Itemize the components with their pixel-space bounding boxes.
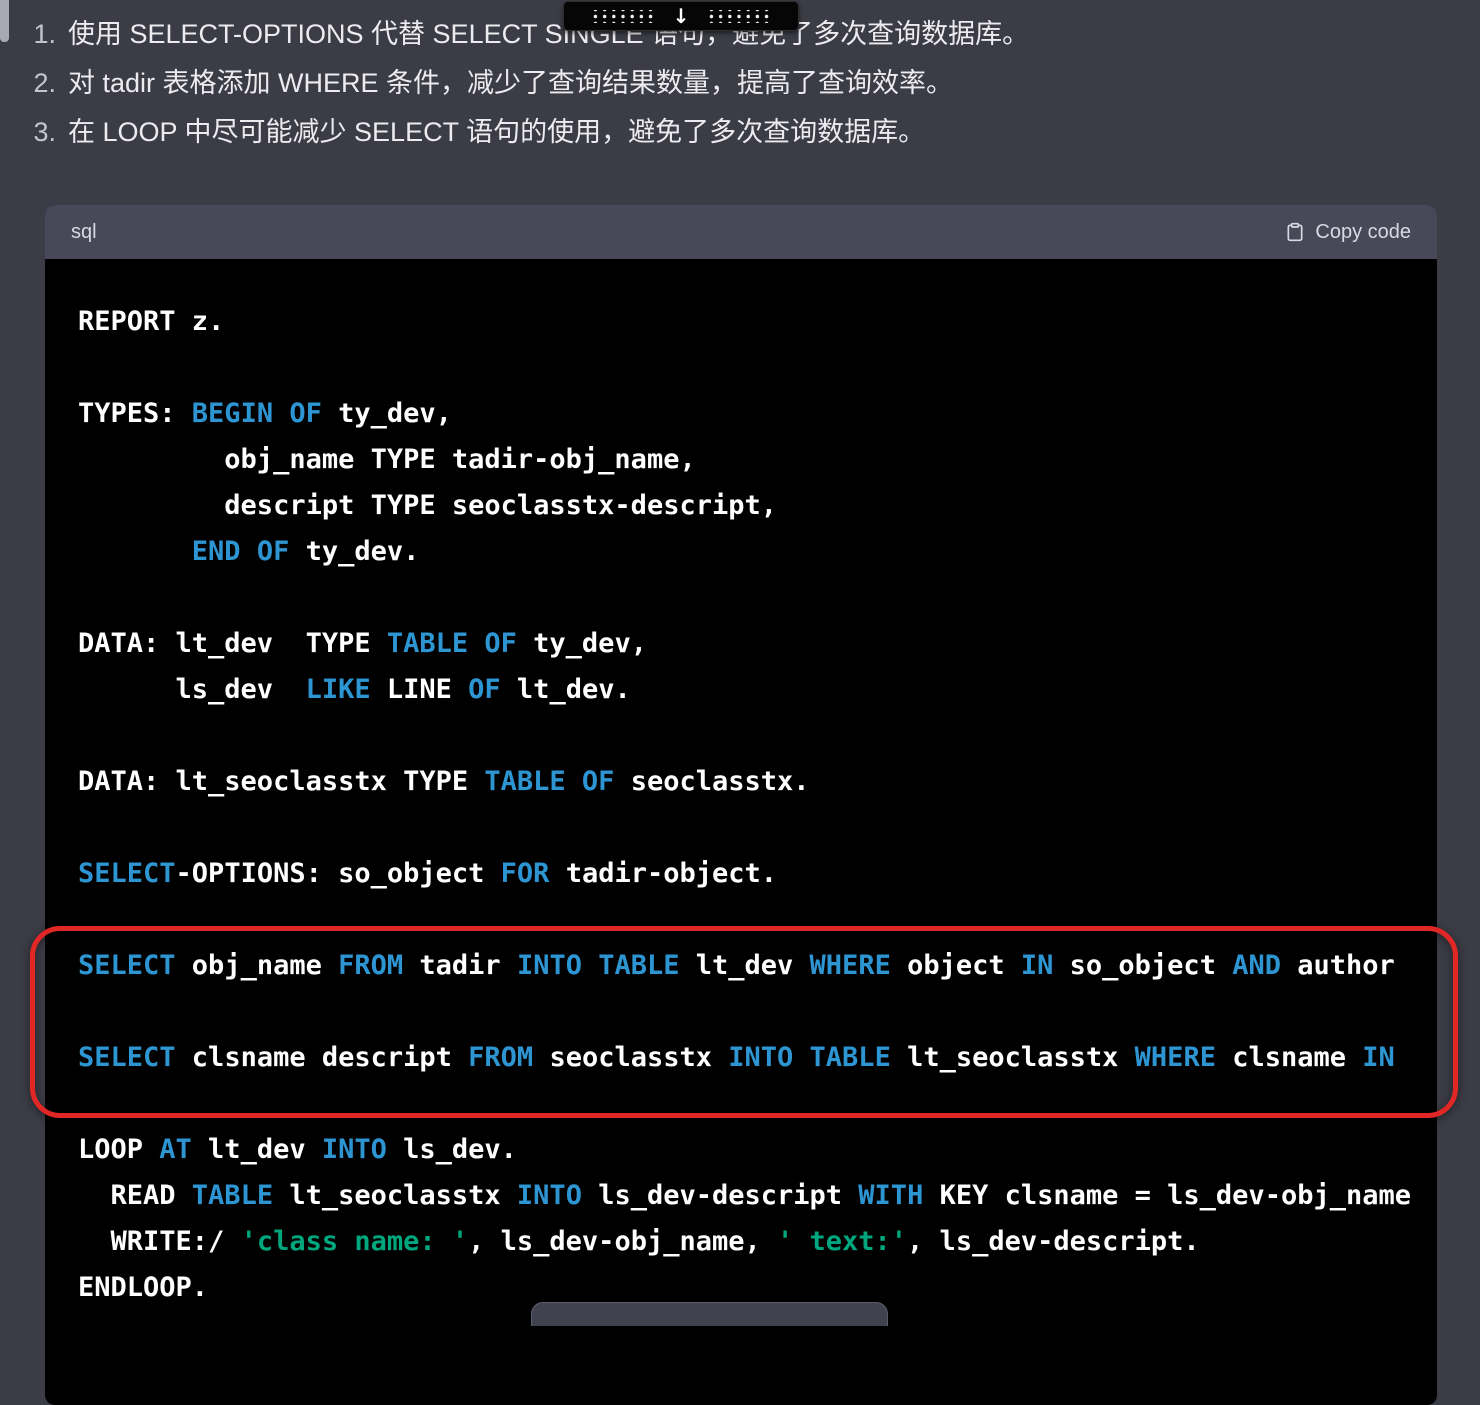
list-item-number: 3. — [14, 108, 56, 157]
code-line: END OF ty_dev. — [78, 529, 1437, 575]
down-arrow-icon: ↓ — [673, 6, 690, 26]
list-item-number: 1. — [14, 10, 56, 59]
code-line: TYPES: BEGIN OF ty_dev, — [78, 391, 1437, 437]
code-line: REPORT z. — [78, 299, 1437, 345]
list-item-text: 使用 SELECT-OPTIONS 代替 SELECT SINGLE 语句，避免… — [68, 10, 1029, 59]
list-item-text: 对 tadir 表格添加 WHERE 条件，减少了查询结果数量，提高了查询效率。 — [68, 59, 953, 108]
code-line: SELECT-OPTIONS: so_object FOR tadir-obje… — [78, 851, 1437, 897]
code-line — [78, 805, 1437, 851]
code-line: DATA: lt_dev TYPE TABLE OF ty_dev, — [78, 621, 1437, 667]
copy-code-button[interactable]: Copy code — [1285, 221, 1411, 244]
list-item: 2.对 tadir 表格添加 WHERE 条件，减少了查询结果数量，提高了查询效… — [14, 59, 1414, 108]
code-line: LOOP AT lt_dev INTO ls_dev. — [78, 1127, 1437, 1173]
drag-overlay-badge: ↓ — [563, 1, 799, 31]
code-line — [78, 575, 1437, 621]
code-block: sql Copy code REPORT z. TYPES: BEGIN OF … — [45, 205, 1437, 1405]
code-line — [78, 1081, 1437, 1127]
code-header: sql Copy code — [45, 205, 1437, 259]
code-line: WRITE:/ 'class name: ', ls_dev-obj_name,… — [78, 1219, 1437, 1265]
dot-grid-right-icon — [707, 10, 771, 23]
code-line — [78, 713, 1437, 759]
clipboard-icon — [1285, 222, 1305, 242]
code-line: SELECT obj_name FROM tadir INTO TABLE lt… — [78, 943, 1437, 989]
dot-grid-left-icon — [591, 10, 655, 23]
code-language-label: sql — [71, 221, 97, 244]
code-line: ls_dev LIKE LINE OF lt_dev. — [78, 667, 1437, 713]
code-line: descript TYPE seoclasstx-descript, — [78, 483, 1437, 529]
code-line: READ TABLE lt_seoclasstx INTO ls_dev-des… — [78, 1173, 1437, 1219]
list-item-text: 在 LOOP 中尽可能减少 SELECT 语句的使用，避免了多次查询数据库。 — [68, 108, 925, 157]
list-item-number: 2. — [14, 59, 56, 108]
code-line: DATA: lt_seoclasstx TYPE TABLE OF seocla… — [78, 759, 1437, 805]
code-line: obj_name TYPE tadir-obj_name, — [78, 437, 1437, 483]
ordered-list: 1.使用 SELECT-OPTIONS 代替 SELECT SINGLE 语句，… — [14, 10, 1414, 157]
code-body: REPORT z. TYPES: BEGIN OF ty_dev, obj_na… — [45, 259, 1437, 1351]
code-line — [78, 897, 1437, 943]
code-line: SELECT clsname descript FROM seoclasstx … — [78, 1035, 1437, 1081]
list-item: 3.在 LOOP 中尽可能减少 SELECT 语句的使用，避免了多次查询数据库。 — [14, 108, 1414, 157]
scrollbar-thumb[interactable] — [0, 0, 9, 42]
bottom-sheet-edge[interactable] — [531, 1302, 888, 1326]
copy-code-label: Copy code — [1315, 221, 1411, 244]
code-line — [78, 989, 1437, 1035]
code-line — [78, 345, 1437, 391]
